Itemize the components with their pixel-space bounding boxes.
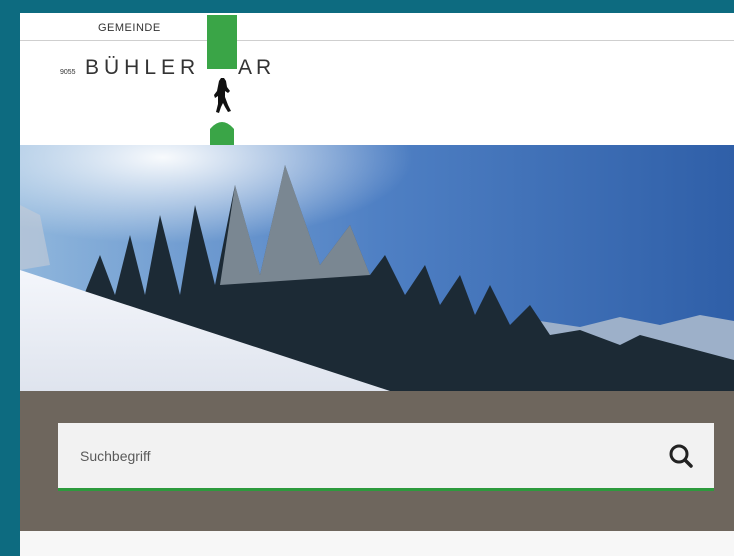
hero-winter-landscape <box>20 145 734 391</box>
search-button[interactable] <box>662 437 702 475</box>
logo-canton: AR <box>238 56 276 79</box>
bear-emblem-icon <box>207 15 237 145</box>
logo-zip: 9055 <box>60 69 76 76</box>
municipality-logo[interactable]: GEMEINDE 9055 BÜHLER AR <box>20 13 320 145</box>
search-band <box>20 391 734 531</box>
content-area <box>20 531 734 556</box>
site-header: GEMEINDE 9055 BÜHLER AR <box>20 13 734 145</box>
search-form <box>58 423 714 491</box>
search-input[interactable] <box>58 423 680 488</box>
logo-name: BÜHLER <box>85 56 201 79</box>
search-icon <box>669 444 693 468</box>
page: GEMEINDE 9055 BÜHLER AR <box>20 13 734 556</box>
hero-image <box>20 145 734 391</box>
logo-top-text: GEMEINDE <box>98 22 161 34</box>
